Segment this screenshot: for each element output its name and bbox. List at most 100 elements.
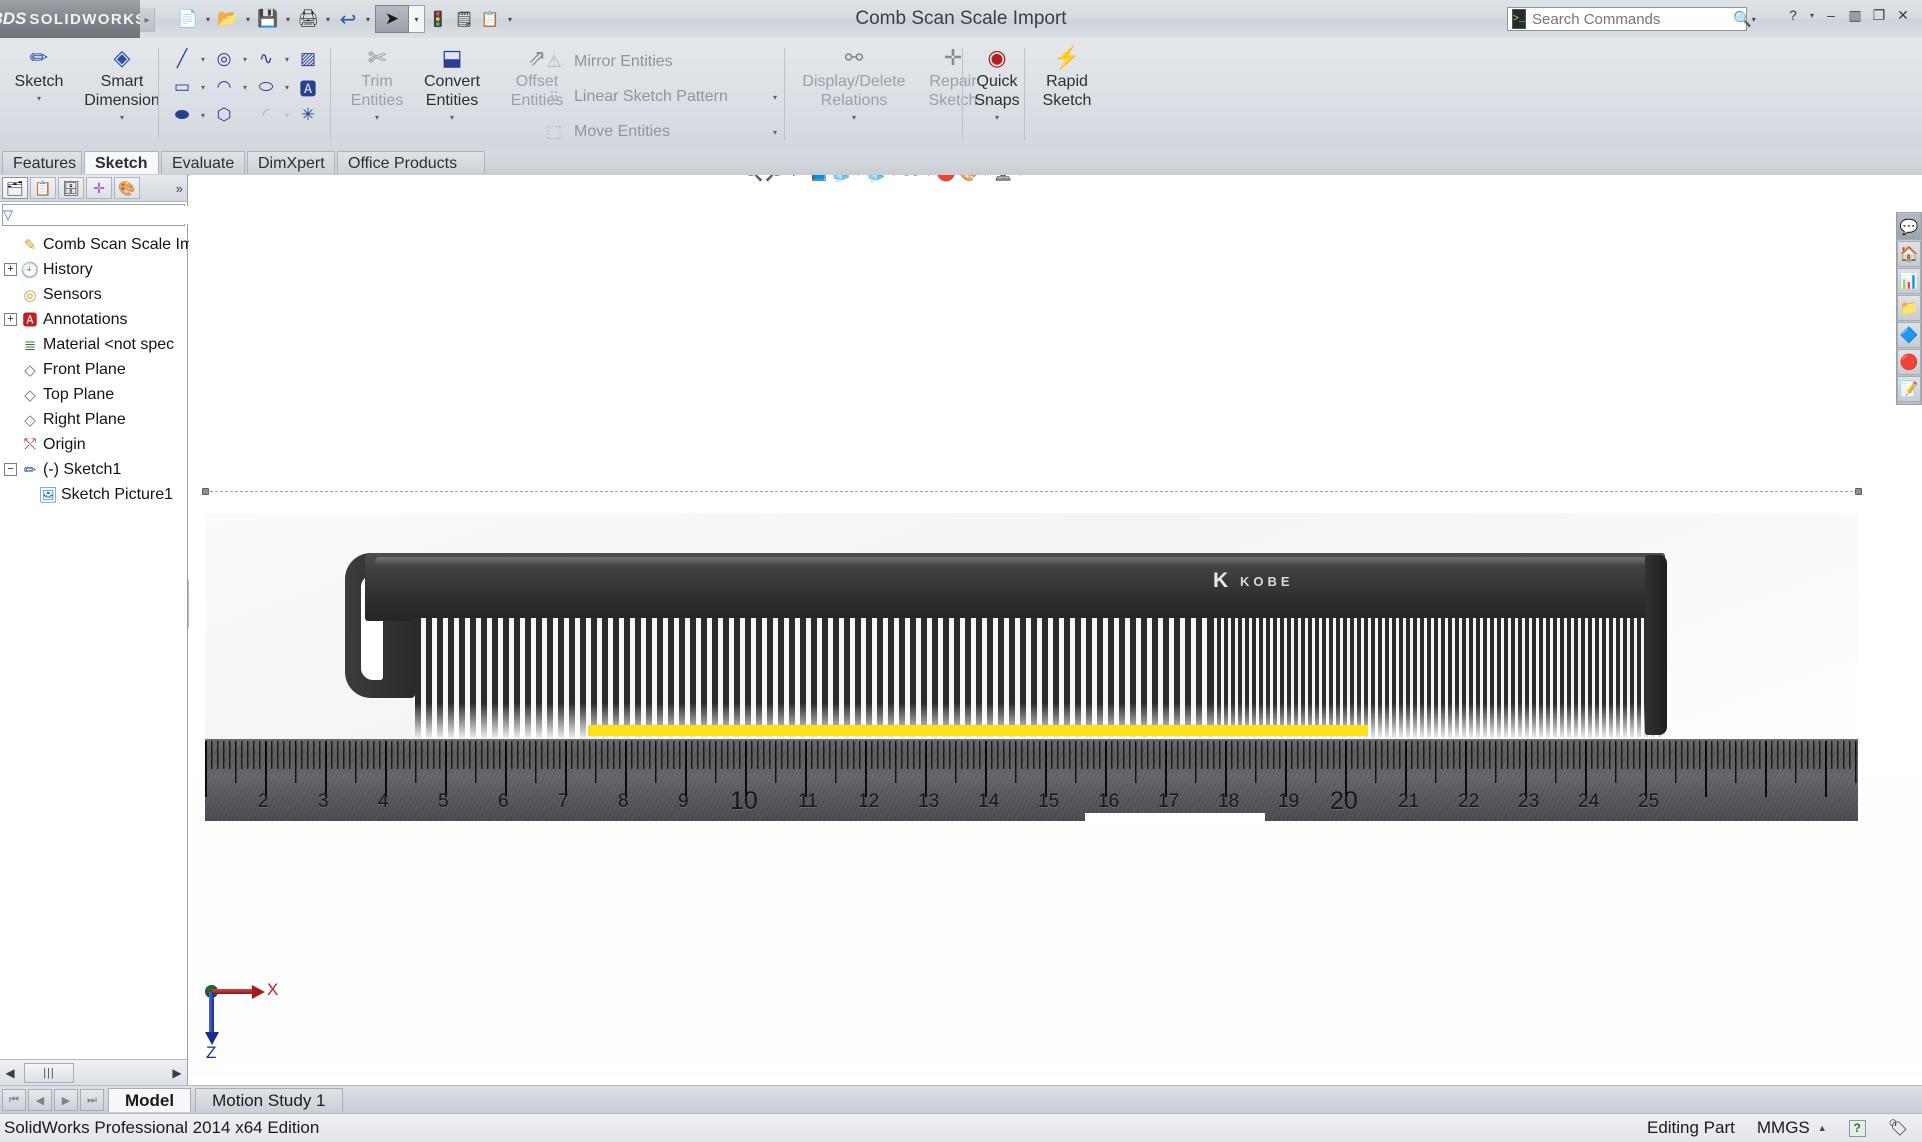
search-icon[interactable]: 🔍 [1733,10,1752,28]
chevron-down-icon[interactable]: ▾ [406,113,498,122]
display-delete-relations-button[interactable]: ⚯ Display/Delete Relations ▾ [792,44,916,122]
tree-item-annotations[interactable]: + 🅰 Annotations [4,307,187,332]
chevron-down-icon[interactable]: ▾ [361,15,375,24]
move-entities-row[interactable]: ⬚ Move Entities ▾ [540,118,780,146]
arc-icon[interactable]: ◠ [210,74,238,100]
split-window-button[interactable]: ▥ [1844,4,1866,26]
chevron-down-icon[interactable]: ▾ [201,15,215,24]
chevron-down-icon[interactable]: ▾ [1014,175,1027,178]
slot-icon[interactable]: ⬬ [168,102,196,128]
chevron-down-icon[interactable]: ▾ [280,55,294,64]
tree-item-material[interactable]: ≣ Material <not spec [4,332,187,357]
qat-file-properties[interactable]: 📋 ▾ [477,0,517,38]
chevron-up-icon[interactable]: ▲ [1818,1123,1827,1133]
tab-features[interactable]: Features [2,151,82,174]
select-arrow-icon[interactable]: ➤ [375,5,409,33]
scroll-right-arrow[interactable]: ▶ [167,1066,187,1080]
configuration-manager-tab[interactable]: 🗄 [58,177,84,199]
previous-view-icon[interactable]: ↩ [786,175,808,184]
tree-item-front-plane[interactable]: ◇ Front Plane [4,357,187,382]
qat-save-document[interactable]: 💾 ▾ [255,0,295,38]
ellipse-icon[interactable]: ⬭ [252,74,280,100]
qat-select[interactable]: ➤ ▾ [375,0,425,38]
resize-handle[interactable] [202,488,209,495]
tab-sketch[interactable]: Sketch [84,151,159,174]
display-manager-tab[interactable]: 🎨 [114,177,140,199]
tree-item-sketch-picture1[interactable]: 🖼 Sketch Picture1 [4,482,187,507]
unit-system-selector[interactable]: MMGS ▲ [1757,1118,1827,1138]
section-view-icon[interactable]: 📘 [808,175,830,184]
polygon-icon[interactable]: ⬡ [210,102,238,128]
scroll-left-arrow[interactable]: ◀ [0,1066,20,1080]
chevron-down-icon[interactable]: ▾ [768,128,782,137]
tree-item-right-plane[interactable]: ◇ Right Plane [4,407,187,432]
minimize-doc-window-button[interactable]: – [1850,175,1870,177]
qat-print-document[interactable]: 🖨 ▾ [295,0,335,38]
help-icon[interactable]: ? [1782,4,1804,26]
smart-dimension-button[interactable]: ◈ Smart Dimension ▾ [76,44,168,122]
convert-entities-button[interactable]: ⬓ Convert Entities ▾ [406,44,498,122]
close-button[interactable]: ✕ [1892,4,1914,26]
rapid-sketch-button[interactable]: ⚡ Rapid Sketch [1030,44,1104,110]
tree-item-sketch1[interactable]: − ✏ (-) Sketch1 [4,457,187,482]
chevron-down-icon[interactable]: ▾ [241,15,255,24]
tree-item-top-plane[interactable]: ◇ Top Plane [4,382,187,407]
chevron-down-icon[interactable]: ▾ [280,83,294,92]
sketch-text-icon[interactable]: 🅰 [294,74,322,100]
tab-office-products[interactable]: Office Products [337,151,485,174]
chevron-down-icon[interactable]: ▾ [852,175,865,178]
tab-dimxpert[interactable]: DimXpert [247,151,335,174]
chevron-down-icon[interactable]: ▾ [281,15,295,24]
expand-icon[interactable]: + [4,313,17,326]
chevron-down-icon[interactable]: ▾ [409,5,425,33]
display-style-icon[interactable]: 🧊 [865,175,887,184]
chevron-down-icon[interactable]: ▾ [2,94,76,103]
tab-model[interactable]: Model [108,1088,192,1112]
design-library-icon[interactable]: 🏠 [1897,241,1921,267]
chevron-down-icon[interactable]: ▾ [1752,15,1756,24]
linear-sketch-pattern-row[interactable]: ⣿ Linear Sketch Pattern ▾ [540,83,780,111]
minimize-button[interactable]: – [1820,4,1842,26]
chevron-down-icon[interactable]: ▾ [321,15,335,24]
status-badge[interactable]: ? [1848,1119,1866,1137]
chevron-down-icon[interactable]: ▾ [768,93,782,102]
maximize-doc-window-button[interactable]: ❐ [1873,175,1893,177]
first-tab-button[interactable]: ⏮ [2,1089,26,1111]
restore-doc-window-button[interactable]: ⊡ [1804,175,1824,177]
last-tab-button[interactable]: ⏭ [80,1089,104,1111]
view-orientation-icon[interactable]: 🧊 [830,175,852,184]
next-tab-button[interactable]: ▶ [54,1089,78,1111]
spline-icon[interactable]: ∿ [252,46,280,72]
previous-tab-button[interactable]: ◀ [28,1089,52,1111]
chevron-down-icon[interactable]: ▾ [196,55,210,64]
expand-icon[interactable]: + [4,263,17,276]
chevron-down-icon[interactable]: ▾ [340,113,414,122]
scrollbar-thumb[interactable]: ||| [24,1062,74,1083]
qat-open-document[interactable]: 📂 ▾ [215,0,255,38]
trim-entities-button[interactable]: ✄ Trim Entities ▾ [340,44,414,122]
line-icon[interactable]: ╱ [168,46,196,72]
view-palette-icon[interactable]: 🔷 [1897,322,1921,348]
tree-item-sensors[interactable]: ◎ Sensors [4,282,187,307]
qat-rebuild[interactable]: 🚦 [425,0,451,38]
chevron-down-icon[interactable]: ▾ [1806,11,1818,20]
chevron-down-icon[interactable]: ▾ [792,113,916,122]
tree-item-history[interactable]: + 🕘 History [4,257,187,282]
tag-icon[interactable]: 🏷 [1888,1118,1908,1138]
qat-new-document[interactable]: 📄 ▾ [175,0,215,38]
file-explorer-icon[interactable]: 📊 [1897,268,1921,294]
hide-show-items-icon[interactable]: 👓 [900,175,922,184]
chevron-down-icon[interactable]: ▾ [979,175,992,178]
collapse-icon[interactable]: − [4,463,17,476]
sketch-pattern-icon[interactable]: ▨ [294,46,322,72]
sketch-button[interactable]: ✏ Sketch ▾ [2,44,76,103]
feature-manager-tab[interactable]: 🗂 [2,177,28,199]
point-icon[interactable]: ✳ [294,102,322,128]
tree-filter-box[interactable]: ▽ [2,204,198,226]
dimxpert-manager-tab[interactable]: ✛ [86,177,112,199]
chevron-down-icon[interactable]: ▾ [196,111,210,120]
appearances-scenes-icon[interactable]: 🔴 [1897,349,1921,375]
restore-button[interactable]: ❐ [1868,4,1890,26]
tree-item-part[interactable]: ✎ Comb Scan Scale Im [4,232,194,257]
tree-filter-input[interactable] [13,206,198,224]
